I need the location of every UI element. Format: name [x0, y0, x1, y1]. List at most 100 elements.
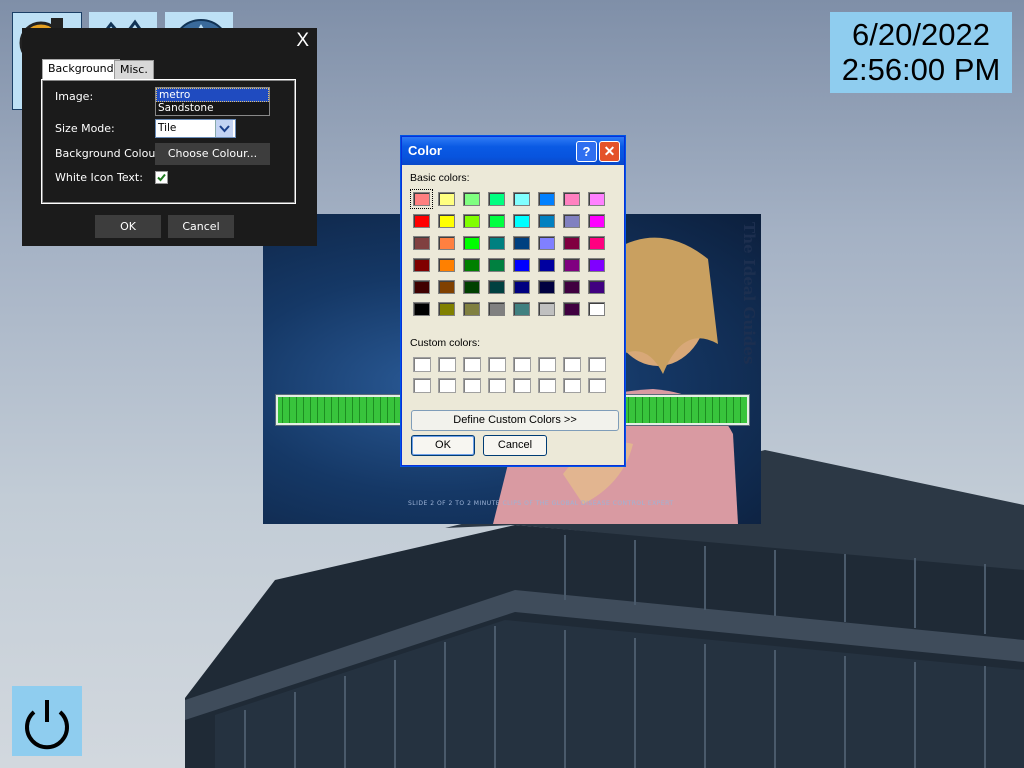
color-swatch[interactable]	[513, 214, 530, 228]
color-swatch[interactable]	[563, 214, 580, 228]
color-swatch[interactable]	[563, 302, 580, 316]
custom-color-swatch[interactable]	[488, 357, 506, 372]
clock-widget: 6/20/2022 2:56:00 PM	[830, 12, 1012, 93]
color-swatch[interactable]	[463, 302, 480, 316]
custom-colors-label: Custom colors:	[410, 337, 481, 349]
color-swatch[interactable]	[438, 192, 455, 206]
custom-color-swatch[interactable]	[438, 357, 456, 372]
tab-misc[interactable]: Misc.	[114, 60, 154, 80]
color-swatch[interactable]	[513, 302, 530, 316]
color-swatch[interactable]	[438, 236, 455, 250]
color-swatch[interactable]	[563, 236, 580, 250]
color-swatch[interactable]	[413, 302, 430, 316]
clock-time: 2:56:00 PM	[841, 52, 1001, 87]
color-swatch[interactable]	[513, 192, 530, 206]
color-swatch[interactable]	[463, 236, 480, 250]
video-watermark: The Ideal Guides	[740, 222, 758, 365]
color-swatch[interactable]	[588, 280, 605, 294]
color-swatch[interactable]	[538, 258, 555, 272]
custom-color-swatch[interactable]	[563, 357, 581, 372]
image-listbox[interactable]: metro Sandstone	[155, 87, 270, 116]
color-swatch[interactable]	[513, 280, 530, 294]
color-swatch[interactable]	[513, 258, 530, 272]
background-colour-label: Background Colour:	[55, 147, 164, 160]
color-swatch[interactable]	[413, 258, 430, 272]
white-icon-text-label: White Icon Text:	[55, 171, 143, 184]
color-swatch[interactable]	[413, 236, 430, 250]
custom-color-swatch[interactable]	[538, 378, 556, 393]
color-swatch[interactable]	[488, 280, 505, 294]
color-picker-dialog: Color ? ✕ Basic colors: Custom colors: D…	[401, 136, 625, 466]
chevron-down-icon	[219, 125, 230, 133]
background-settings-dialog: X Background Misc. Image: metro Sandston…	[22, 28, 317, 246]
custom-color-swatch[interactable]	[463, 357, 481, 372]
custom-color-swatch[interactable]	[488, 378, 506, 393]
tab-background[interactable]: Background	[42, 59, 120, 80]
image-option-sandstone[interactable]: Sandstone	[156, 102, 269, 114]
ok-button[interactable]: OK	[411, 435, 475, 456]
custom-color-swatch[interactable]	[563, 378, 581, 393]
color-swatch[interactable]	[410, 189, 433, 209]
color-swatch[interactable]	[588, 214, 605, 228]
color-swatch[interactable]	[463, 214, 480, 228]
custom-color-swatch[interactable]	[413, 378, 431, 393]
custom-color-swatch[interactable]	[513, 378, 531, 393]
custom-color-swatch[interactable]	[588, 357, 606, 372]
clock-date: 6/20/2022	[852, 17, 990, 52]
size-mode-dropdown-arrow[interactable]	[215, 120, 233, 137]
color-swatch[interactable]	[563, 258, 580, 272]
custom-color-swatch[interactable]	[513, 357, 531, 372]
white-icon-text-checkbox[interactable]	[155, 171, 168, 184]
video-caption: SLIDE 2 OF 2 TO 2 MINUTE CLIPS OF THE GL…	[408, 500, 674, 507]
color-swatch[interactable]	[488, 302, 505, 316]
basic-colors-label: Basic colors:	[410, 172, 470, 184]
cancel-button[interactable]: Cancel	[483, 435, 547, 456]
color-swatch[interactable]	[463, 192, 480, 206]
color-swatch[interactable]	[588, 302, 605, 316]
color-swatch[interactable]	[488, 214, 505, 228]
custom-color-swatch[interactable]	[588, 378, 606, 393]
image-label: Image:	[55, 90, 94, 103]
checkmark-icon	[157, 173, 166, 182]
color-swatch[interactable]	[463, 258, 480, 272]
close-button[interactable]: X	[296, 30, 309, 52]
color-swatch[interactable]	[588, 258, 605, 272]
color-swatch[interactable]	[563, 192, 580, 206]
color-swatch[interactable]	[588, 236, 605, 250]
color-swatch[interactable]	[438, 302, 455, 316]
color-swatch[interactable]	[463, 280, 480, 294]
color-swatch[interactable]	[538, 236, 555, 250]
progress-bar-left	[275, 394, 404, 426]
color-swatch[interactable]	[588, 192, 605, 206]
color-swatch[interactable]	[413, 280, 430, 294]
color-dialog-titlebar[interactable]: Color ? ✕	[402, 137, 624, 165]
color-swatch[interactable]	[538, 302, 555, 316]
color-swatch[interactable]	[488, 258, 505, 272]
size-mode-label: Size Mode:	[55, 122, 115, 135]
color-swatch[interactable]	[538, 280, 555, 294]
color-swatch[interactable]	[538, 214, 555, 228]
custom-color-swatch[interactable]	[438, 378, 456, 393]
color-dialog-title: Color	[408, 143, 442, 158]
color-swatch[interactable]	[438, 280, 455, 294]
ok-button[interactable]: OK	[95, 215, 161, 238]
color-swatch[interactable]	[563, 280, 580, 294]
color-swatch[interactable]	[488, 192, 505, 206]
color-swatch[interactable]	[438, 214, 455, 228]
image-option-metro[interactable]: metro	[156, 88, 269, 102]
custom-color-swatch[interactable]	[538, 357, 556, 372]
power-button[interactable]	[12, 686, 82, 756]
color-swatch[interactable]	[413, 214, 430, 228]
close-button[interactable]: ✕	[599, 141, 620, 162]
color-swatch[interactable]	[438, 258, 455, 272]
choose-colour-button[interactable]: Choose Colour...	[155, 143, 270, 165]
progress-bar-right	[621, 394, 750, 426]
color-swatch[interactable]	[488, 236, 505, 250]
define-custom-colors-button[interactable]: Define Custom Colors >>	[411, 410, 619, 431]
cancel-button[interactable]: Cancel	[168, 215, 234, 238]
help-button[interactable]: ?	[576, 141, 597, 162]
color-swatch[interactable]	[513, 236, 530, 250]
color-swatch[interactable]	[538, 192, 555, 206]
custom-color-swatch[interactable]	[463, 378, 481, 393]
custom-color-swatch[interactable]	[413, 357, 431, 372]
